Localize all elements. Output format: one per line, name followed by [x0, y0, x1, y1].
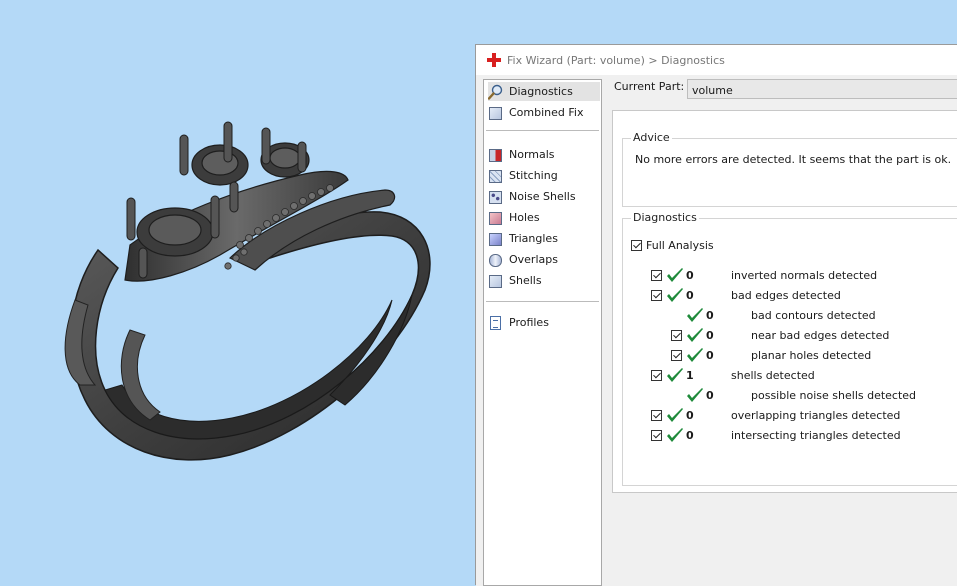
diagnostics-page: Current Part: volume Advice No more erro…	[612, 75, 957, 586]
title-bar[interactable]: Fix Wizard (Part: volume) > Diagnostics	[476, 45, 957, 75]
advice-group: Advice No more errors are detected. It s…	[622, 131, 957, 207]
diagnostic-label: inverted normals detected	[731, 269, 878, 282]
full-analysis-label: Full Analysis	[646, 239, 714, 252]
ring-model[interactable]	[0, 0, 475, 585]
wizard-nav: Diagnostics Combined Fix Normals Stitchi…	[483, 79, 602, 586]
diagnostic-count: 0	[686, 409, 694, 422]
diagnostic-count: 0	[706, 309, 714, 322]
green-check-icon	[667, 428, 683, 442]
triangles-icon	[488, 231, 504, 247]
green-check-icon	[687, 328, 703, 342]
diagnostic-row: 0 overlapping triangles detected	[623, 407, 957, 425]
full-analysis-checkbox[interactable]	[631, 240, 642, 251]
diagnostic-label: overlapping triangles detected	[731, 409, 901, 422]
overlaps-icon	[488, 252, 504, 268]
window-title: Fix Wizard (Part: volume) > Diagnostics	[507, 53, 725, 67]
profiles-icon	[488, 315, 504, 331]
nav-label: Diagnostics	[509, 85, 573, 98]
diagnostic-count: 0	[706, 389, 714, 402]
diagnostic-row: 0 planar holes detected	[623, 347, 957, 365]
nav-item-profiles[interactable]: Profiles	[488, 313, 555, 332]
diagnostic-checkbox[interactable]	[651, 430, 662, 441]
diagnostic-label: shells detected	[731, 369, 815, 382]
magnifier-icon	[488, 84, 504, 100]
nav-label: Stitching	[509, 169, 558, 182]
diagnostics-group: Diagnostics Full Analysis 0 inverted norm…	[622, 211, 957, 486]
medical-cross-icon	[487, 53, 501, 67]
diagnostic-count: 1	[686, 369, 694, 382]
diagnostic-count: 0	[686, 429, 694, 442]
diagnostic-row: 1 shells detected	[623, 367, 957, 385]
nav-divider	[486, 301, 599, 302]
diagnostics-title: Diagnostics	[631, 211, 699, 224]
advice-title: Advice	[631, 131, 672, 144]
green-check-icon	[667, 288, 683, 302]
diagnostic-label: bad contours detected	[751, 309, 876, 322]
combined-fix-icon	[488, 105, 504, 121]
diagnostic-label: possible noise shells detected	[751, 389, 917, 402]
current-part-label: Current Part:	[614, 80, 685, 93]
green-check-icon	[687, 388, 703, 402]
nav-item-holes[interactable]: Holes	[488, 208, 546, 227]
nav-label: Shells	[509, 274, 542, 287]
diagnostic-label: near bad edges detected	[751, 329, 890, 342]
diagnostic-count: 0	[706, 329, 714, 342]
nav-label: Normals	[509, 148, 555, 161]
nav-divider	[486, 130, 599, 131]
diagnostic-label: bad edges detected	[731, 289, 841, 302]
diagnostic-row: 0 bad contours detected	[623, 307, 957, 325]
stitching-icon	[488, 168, 504, 184]
diagnostic-checkbox[interactable]	[671, 330, 682, 341]
green-check-icon	[667, 268, 683, 282]
diagnostic-count: 0	[686, 269, 694, 282]
diagnostic-row: 0 near bad edges detected	[623, 327, 957, 345]
green-check-icon	[667, 408, 683, 422]
diagnostic-checkbox[interactable]	[651, 370, 662, 381]
nav-item-stitching[interactable]: Stitching	[488, 166, 564, 185]
diagnostic-label: planar holes detected	[751, 349, 872, 362]
diagnostic-label: intersecting triangles detected	[731, 429, 901, 442]
diagnostic-row: 0 bad edges detected	[623, 287, 957, 305]
holes-icon	[488, 210, 504, 226]
current-part-field[interactable]: volume	[687, 79, 957, 99]
diagnostic-row: 0 possible noise shells detected	[623, 387, 957, 405]
fix-wizard-window: Fix Wizard (Part: volume) > Diagnostics …	[475, 44, 957, 586]
diagnostic-count: 0	[686, 289, 694, 302]
full-analysis-option[interactable]: Full Analysis	[631, 239, 714, 252]
nav-label: Triangles	[509, 232, 558, 245]
green-check-icon	[667, 368, 683, 382]
diagnostic-checkbox[interactable]	[651, 410, 662, 421]
diagnostic-row: 0 inverted normals detected	[623, 267, 957, 285]
nav-label: Combined Fix	[509, 106, 584, 119]
nav-label: Holes	[509, 211, 540, 224]
shells-icon	[488, 273, 504, 289]
wizard-body: Diagnostics Combined Fix Normals Stitchi…	[476, 75, 957, 586]
advice-text: No more errors are detected. It seems th…	[635, 153, 952, 166]
nav-item-diagnostics[interactable]: Diagnostics	[488, 82, 600, 101]
nav-label: Noise Shells	[509, 190, 576, 203]
nav-item-normals[interactable]: Normals	[488, 145, 561, 164]
nav-item-combined-fix[interactable]: Combined Fix	[488, 103, 589, 122]
nav-item-shells[interactable]: Shells	[488, 271, 548, 290]
diagnostic-checkbox[interactable]	[651, 270, 662, 281]
green-check-icon	[687, 348, 703, 362]
diagnostic-checkbox[interactable]	[651, 290, 662, 301]
diagnostic-row: 0 intersecting triangles detected	[623, 427, 957, 445]
nav-label: Profiles	[509, 316, 549, 329]
normals-icon	[488, 147, 504, 163]
noise-shells-icon	[488, 189, 504, 205]
diagnostic-checkbox[interactable]	[671, 350, 682, 361]
nav-label: Overlaps	[509, 253, 558, 266]
diagnostic-count: 0	[706, 349, 714, 362]
nav-item-noise-shells[interactable]: Noise Shells	[488, 187, 582, 206]
nav-item-triangles[interactable]: Triangles	[488, 229, 564, 248]
green-check-icon	[687, 308, 703, 322]
diagnostics-panel: Advice No more errors are detected. It s…	[612, 110, 957, 493]
nav-item-overlaps[interactable]: Overlaps	[488, 250, 564, 269]
